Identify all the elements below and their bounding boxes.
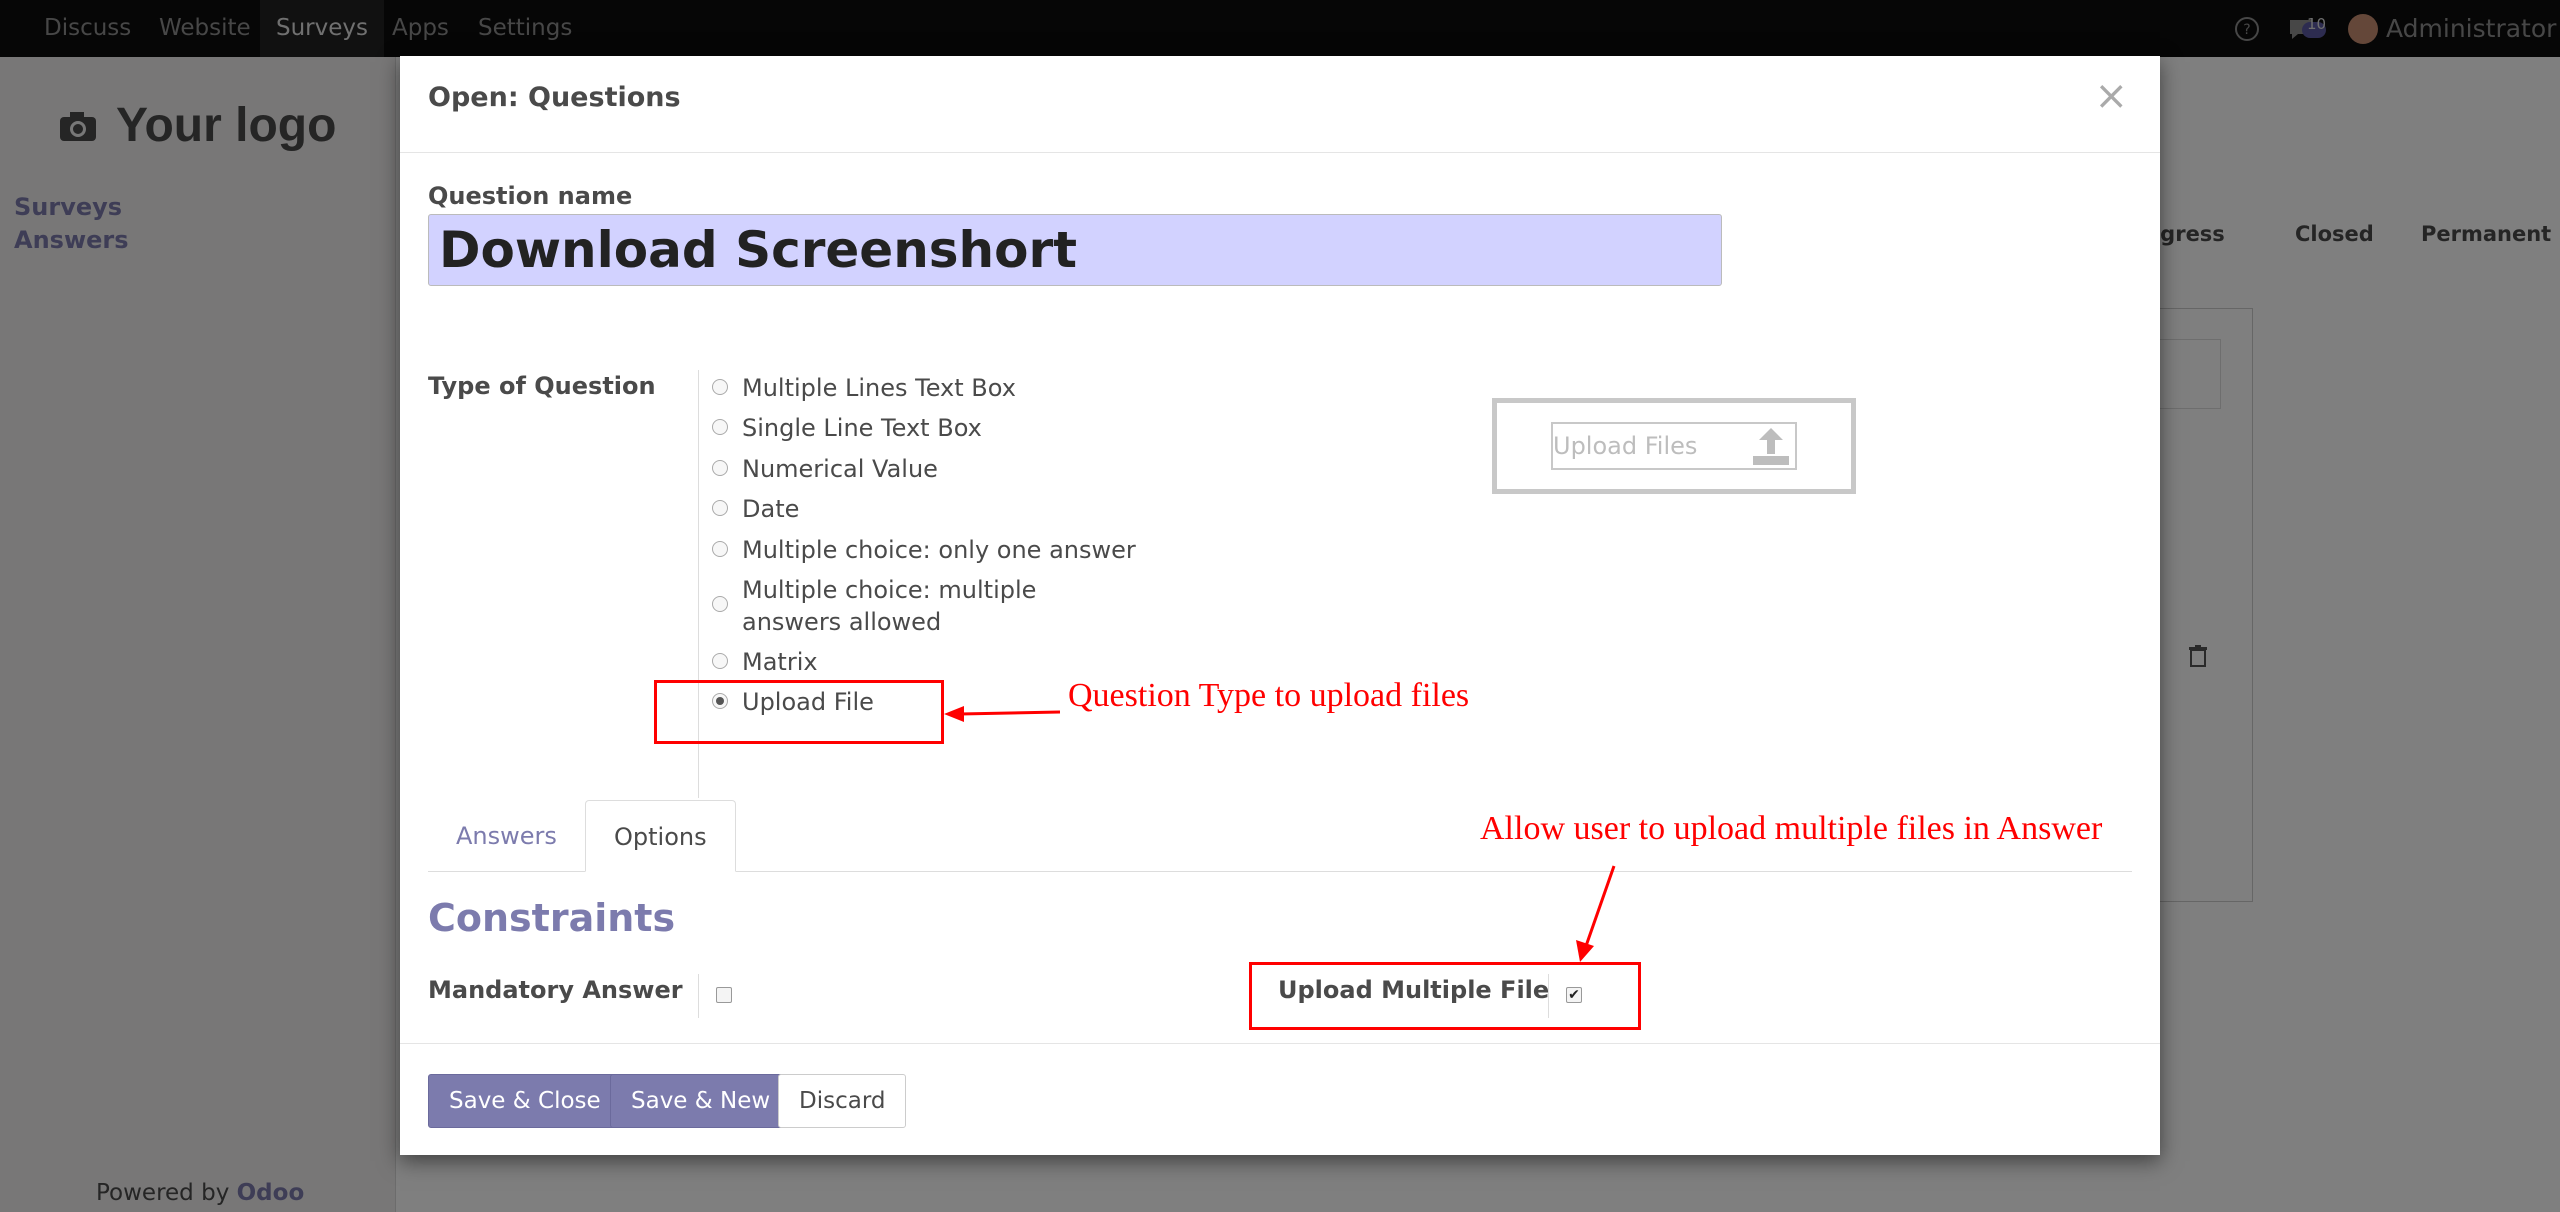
- annotation-arrow-icon: [1576, 865, 1616, 962]
- field-separator: [698, 974, 699, 1018]
- radio-choice-multiple[interactable]: Multiple choice: multiple answers allowe…: [712, 574, 1142, 638]
- mandatory-answer-label: Mandatory Answer: [428, 976, 683, 1004]
- radio-button[interactable]: [712, 541, 728, 557]
- question-type-annotation: Question Type to upload files: [1068, 677, 1470, 714]
- radio-label: Multiple Lines Text Box: [742, 374, 1016, 402]
- radio-button[interactable]: [712, 500, 728, 516]
- question-name-input[interactable]: Download Screenshort: [428, 214, 1722, 286]
- radio-label: Date: [742, 495, 800, 523]
- save-new-button[interactable]: Save & New: [610, 1074, 792, 1128]
- upload-files-preview: Upload Files: [1492, 398, 1856, 494]
- type-of-question-label: Type of Question: [428, 372, 656, 400]
- radio-button[interactable]: [712, 596, 728, 612]
- radio-label: Multiple choice: multiple answers allowe…: [742, 576, 1037, 636]
- radio-button[interactable]: [712, 460, 728, 476]
- save-close-button[interactable]: Save & Close: [428, 1074, 622, 1128]
- question-type-highlight: [654, 680, 944, 744]
- constraints-heading: Constraints: [428, 896, 676, 940]
- dialog-header: Open: Questions ×: [400, 56, 2160, 153]
- upload-files-label: Upload Files: [1553, 432, 1698, 460]
- tab-options[interactable]: Options: [585, 800, 736, 872]
- mandatory-answer-checkbox[interactable]: [716, 987, 732, 1003]
- multi-upload-highlight: [1249, 962, 1641, 1030]
- radio-choice-one[interactable]: Multiple choice: only one answer: [712, 534, 1136, 566]
- close-icon[interactable]: ×: [2094, 76, 2128, 116]
- radio-numerical-value[interactable]: Numerical Value: [712, 453, 938, 485]
- question-name-label: Question name: [428, 182, 633, 210]
- radio-button[interactable]: [712, 379, 728, 395]
- radio-label: Matrix: [742, 648, 818, 676]
- radio-date[interactable]: Date: [712, 493, 799, 525]
- radio-matrix[interactable]: Matrix: [712, 646, 818, 678]
- upload-icon: [1753, 428, 1789, 465]
- dialog-title: Open: Questions: [428, 82, 681, 113]
- upload-files-button[interactable]: Upload Files: [1551, 422, 1797, 470]
- radio-button[interactable]: [712, 653, 728, 669]
- radio-label: Multiple choice: only one answer: [742, 536, 1136, 564]
- radio-button[interactable]: [712, 419, 728, 435]
- multi-upload-annotation: Allow user to upload multiple files in A…: [1480, 810, 2103, 847]
- radio-label: Single Line Text Box: [742, 414, 982, 442]
- radio-single-line[interactable]: Single Line Text Box: [712, 412, 982, 444]
- radio-label: Numerical Value: [742, 455, 938, 483]
- discard-button[interactable]: Discard: [778, 1074, 907, 1128]
- radio-multiple-lines[interactable]: Multiple Lines Text Box: [712, 372, 1016, 404]
- tab-answers[interactable]: Answers: [428, 800, 585, 872]
- dialog-footer: Save & Close Save & New Discard: [400, 1043, 2160, 1156]
- annotation-arrow-icon: [944, 706, 1061, 722]
